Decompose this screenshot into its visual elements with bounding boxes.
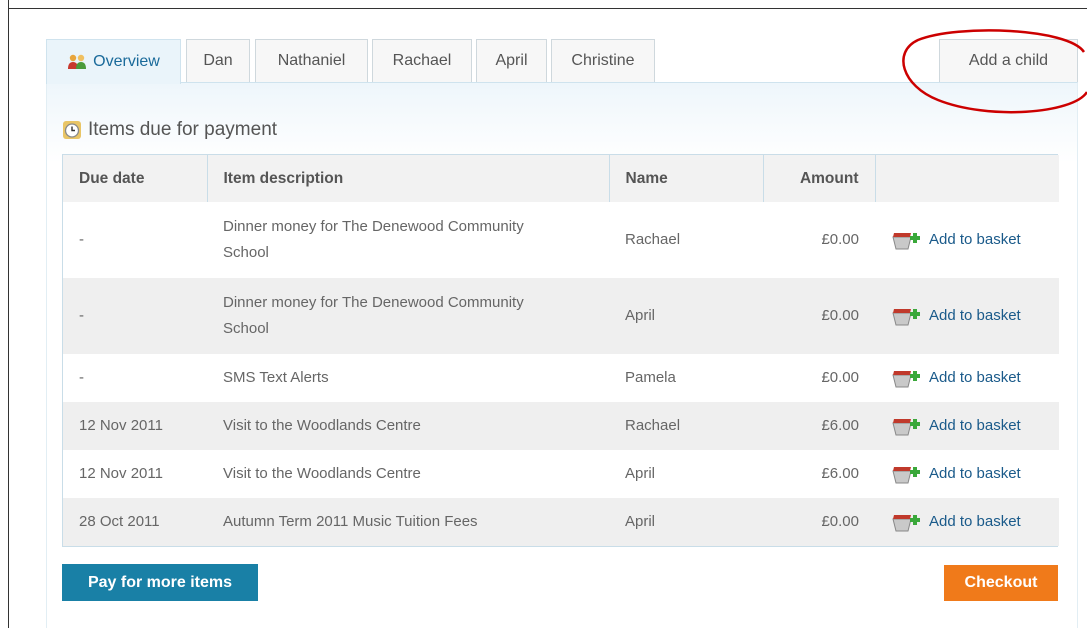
- tab-label: April: [495, 52, 528, 69]
- table-row: - Dinner money for The Denewood Community…: [63, 202, 1059, 278]
- description-cell: Dinner money for The Denewood Community …: [207, 278, 609, 354]
- basket-icon: [892, 233, 920, 250]
- tab-label: Nathaniel: [277, 52, 346, 69]
- tab-label: Christine: [571, 52, 635, 69]
- table-row: - Dinner money for The Denewood Community…: [63, 278, 1059, 354]
- add-to-basket-label: Add to basket: [929, 465, 1021, 482]
- due-date-cell: -: [63, 278, 207, 354]
- tab-christine[interactable]: Christine: [551, 39, 655, 82]
- action-cell: Add to basket: [875, 498, 1059, 546]
- due-date-cell: -: [63, 354, 207, 402]
- section-title: Items due for payment: [62, 119, 277, 141]
- tab-label: Rachael: [392, 52, 452, 69]
- section-title-text: Items due for payment: [88, 119, 278, 140]
- add-to-basket-link[interactable]: Add to basket: [891, 303, 1059, 329]
- name-cell: Pamela: [609, 354, 763, 402]
- tab-nathaniel[interactable]: Nathaniel: [255, 39, 368, 82]
- tab-label: Overview: [93, 53, 160, 70]
- add-to-basket-label: Add to basket: [929, 369, 1021, 386]
- due-date-cell: -: [63, 202, 207, 278]
- window-border-top: [8, 8, 1087, 9]
- tab-overview[interactable]: Overview: [46, 39, 181, 84]
- tab-label: Dan: [203, 52, 233, 69]
- action-cell: Add to basket: [875, 354, 1059, 402]
- tab-rachael[interactable]: Rachael: [372, 39, 472, 82]
- tab-april[interactable]: April: [476, 39, 547, 82]
- description-cell: Dinner money for The Denewood Community …: [207, 202, 609, 278]
- due-date-cell: 28 Oct 2011: [63, 498, 207, 546]
- description-cell: Visit to the Woodlands Centre: [207, 402, 609, 450]
- due-date-cell: 12 Nov 2011: [63, 402, 207, 450]
- amount-cell: £0.00: [763, 498, 875, 546]
- table-row: 12 Nov 2011 Visit to the Woodlands Centre…: [63, 402, 1059, 450]
- pay-for-more-items-button[interactable]: Pay for more items: [62, 564, 258, 601]
- name-cell: Rachael: [609, 202, 763, 278]
- column-header-amount[interactable]: Amount: [763, 155, 876, 202]
- column-header-description[interactable]: Item description: [207, 155, 610, 202]
- action-cell: Add to basket: [875, 278, 1059, 354]
- basket-icon: [892, 419, 920, 436]
- column-header-name[interactable]: Name: [609, 155, 764, 202]
- checkout-button[interactable]: Checkout: [944, 565, 1058, 601]
- name-cell: Rachael: [609, 402, 763, 450]
- add-to-basket-label: Add to basket: [929, 231, 1021, 248]
- add-to-basket-label: Add to basket: [929, 307, 1021, 324]
- column-header-due-date[interactable]: Due date: [63, 155, 208, 202]
- basket-icon: [892, 515, 920, 532]
- action-cell: Add to basket: [875, 450, 1059, 498]
- amount-cell: £0.00: [763, 278, 875, 354]
- table-row: 28 Oct 2011 Autumn Term 2011 Music Tuitio…: [63, 498, 1059, 546]
- basket-icon: [892, 371, 920, 388]
- tab-dan[interactable]: Dan: [186, 39, 250, 82]
- amount-cell: £6.00: [763, 402, 875, 450]
- add-to-basket-label: Add to basket: [929, 513, 1021, 530]
- name-cell: April: [609, 498, 763, 546]
- due-date-cell: 12 Nov 2011: [63, 450, 207, 498]
- window-border-left: [8, 0, 9, 628]
- description-cell: SMS Text Alerts: [207, 354, 609, 402]
- table-row: 12 Nov 2011 Visit to the Woodlands Centre…: [63, 450, 1059, 498]
- action-cell: Add to basket: [875, 402, 1059, 450]
- amount-cell: £0.00: [763, 202, 875, 278]
- annotation-ellipse: [902, 29, 1087, 114]
- basket-icon: [892, 467, 920, 484]
- action-cell: Add to basket: [875, 202, 1059, 278]
- add-to-basket-link[interactable]: Add to basket: [891, 461, 1059, 487]
- amount-cell: £6.00: [763, 450, 875, 498]
- description-cell: Autumn Term 2011 Music Tuition Fees: [207, 498, 609, 546]
- name-cell: April: [609, 278, 763, 354]
- name-cell: April: [609, 450, 763, 498]
- table-header-row: Due date Item description Name Amount: [63, 155, 1059, 202]
- add-to-basket-link[interactable]: Add to basket: [891, 413, 1059, 439]
- payments-table: Due date Item description Name Amount -D…: [62, 154, 1059, 547]
- description-cell: Visit to the Woodlands Centre: [207, 450, 609, 498]
- add-to-basket-link[interactable]: Add to basket: [891, 227, 1059, 253]
- column-header-actions: [875, 155, 1059, 202]
- add-to-basket-link[interactable]: Add to basket: [891, 509, 1059, 535]
- add-to-basket-link[interactable]: Add to basket: [891, 365, 1059, 391]
- table-row: - SMS Text Alerts Pamela £0.00 Add to basket: [63, 354, 1059, 402]
- amount-cell: £0.00: [763, 354, 875, 402]
- add-to-basket-label: Add to basket: [929, 417, 1021, 434]
- clock-icon: [63, 121, 81, 139]
- people-icon: [67, 53, 87, 71]
- basket-icon: [892, 309, 920, 326]
